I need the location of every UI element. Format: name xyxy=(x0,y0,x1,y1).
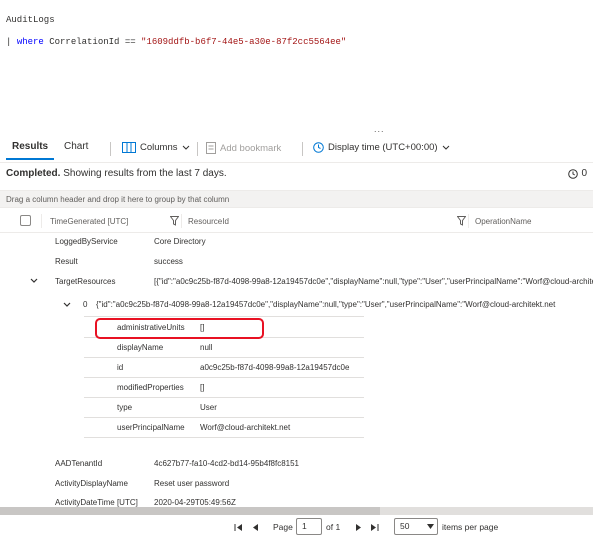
query-status: Completed. Showing results from the last… xyxy=(6,168,227,179)
detail-value: [{"id":"a0c9c25b-f87d-4098-99a8-12a19457… xyxy=(154,277,593,286)
caret-down-icon xyxy=(427,524,434,529)
detail-value: 2020-04-29T05:49:56Z xyxy=(154,498,236,507)
detail-key: TargetResources xyxy=(55,277,116,286)
highlight-box xyxy=(95,318,264,339)
select-all-checkbox[interactable] xyxy=(20,215,31,226)
nested-row: userPrincipalName Worf@cloud-architekt.ne… xyxy=(84,417,364,438)
filter-icon[interactable] xyxy=(170,216,179,226)
clock-icon xyxy=(313,142,324,153)
nested-value: Worf@cloud-architekt.net xyxy=(200,423,291,432)
detail-key: ActivityDisplayName xyxy=(55,479,128,488)
query-value: "1609ddfb-b6f7-44e5-a30e-87f2cc5564ee" xyxy=(141,37,347,47)
chevron-down-icon[interactable] xyxy=(63,302,71,308)
display-time-label: Display time (UTC+00:00) xyxy=(328,142,438,153)
tab-results-indicator xyxy=(6,158,54,160)
add-bookmark-button[interactable]: Add bookmark xyxy=(206,142,281,154)
query-duration-value: 0 xyxy=(581,168,587,179)
column-divider xyxy=(468,214,469,228)
page-number-input[interactable]: 1 xyxy=(296,518,322,535)
items-per-page-label: items per page xyxy=(442,522,499,532)
tab-results[interactable]: Results xyxy=(12,141,48,152)
array-item-value: {"id":"a0c9c25b-f87d-4098-99a8-12a19457d… xyxy=(96,300,556,309)
first-page-icon[interactable] xyxy=(234,523,243,532)
previous-page-icon[interactable] xyxy=(251,523,259,532)
query-field: CorrelationId == xyxy=(43,37,142,47)
chevron-down-icon xyxy=(442,145,449,150)
horizontal-scrollbar[interactable] xyxy=(0,507,593,515)
toolbar-divider xyxy=(197,142,198,156)
table-header: TimeGenerated [UTC] ResourceId Operation… xyxy=(0,210,593,233)
nested-row: displayName null xyxy=(84,337,364,358)
column-divider xyxy=(181,214,182,228)
detail-value: Core Directory xyxy=(154,237,206,246)
detail-key: LoggedByService xyxy=(55,237,118,246)
display-time-button[interactable]: Display time (UTC+00:00) xyxy=(313,142,450,153)
nested-row: type User xyxy=(84,397,364,418)
nested-row: modifiedProperties [] xyxy=(84,377,364,398)
clipped-row: ActivityDateTime [UTC] 2020-04-29T05:49:… xyxy=(0,498,593,507)
timer-icon xyxy=(568,168,579,179)
results-toolbar: Results Chart Columns Add bookmark Displ… xyxy=(0,136,593,163)
query-pipe: | xyxy=(6,37,17,47)
pagination: Page 1 of 1 50 items per page xyxy=(0,516,593,540)
chevron-down-icon[interactable] xyxy=(30,278,38,284)
detail-value: Reset user password xyxy=(154,479,230,488)
nested-key: id xyxy=(117,363,124,372)
query-line-1: AuditLogs xyxy=(6,15,346,26)
nested-key: modifiedProperties xyxy=(117,383,184,392)
status-completed: Completed. xyxy=(6,168,61,179)
toolbar-divider xyxy=(302,142,303,156)
bookmark-icon xyxy=(206,142,216,154)
column-divider xyxy=(41,214,42,228)
page-label: Page xyxy=(273,522,293,532)
items-per-page-select[interactable]: 50 xyxy=(394,518,438,535)
detail-key: AADTenantId xyxy=(55,459,103,468)
nested-value: null xyxy=(200,343,213,352)
tab-chart[interactable]: Chart xyxy=(64,141,88,152)
last-page-icon[interactable] xyxy=(370,523,379,532)
nested-value: User xyxy=(200,403,217,412)
detail-value: 4c627b77-fa10-4cd2-bd14-95b4f8fc8151 xyxy=(154,459,300,468)
columns-button[interactable]: Columns xyxy=(122,142,190,153)
columns-label: Columns xyxy=(140,142,178,153)
group-by-bar[interactable]: Drag a column header and drop it here to… xyxy=(0,190,593,208)
nested-row: id a0c9c25b-f87d-4098-99a8-12a19457dc0e xyxy=(84,357,364,378)
scrollbar-thumb[interactable] xyxy=(0,507,380,515)
filter-icon[interactable] xyxy=(457,216,466,226)
detail-key: Result xyxy=(55,257,78,266)
nested-value: [] xyxy=(200,383,205,392)
column-header-time[interactable]: TimeGenerated [UTC] xyxy=(50,217,128,226)
column-header-resource[interactable]: ResourceId xyxy=(188,217,229,226)
nested-key: userPrincipalName xyxy=(117,423,185,432)
nested-value: a0c9c25b-f87d-4098-99a8-12a19457dc0e xyxy=(200,363,350,372)
detail-value: success xyxy=(154,257,183,266)
query-keyword: where xyxy=(16,37,44,47)
array-index: 0 xyxy=(83,300,88,309)
toolbar-divider xyxy=(110,142,111,156)
status-message: Showing results from the last 7 days. xyxy=(60,168,227,179)
query-line-2: | where CorrelationId == "1609ddfb-b6f7-… xyxy=(6,37,346,48)
chevron-down-icon xyxy=(182,145,189,150)
detail-key: ActivityDateTime [UTC] xyxy=(55,498,138,507)
items-per-page-value: 50 xyxy=(400,521,410,531)
nested-key: type xyxy=(117,403,133,412)
column-header-operation[interactable]: OperationName xyxy=(475,217,531,226)
columns-icon xyxy=(122,142,136,153)
query-table-name: AuditLogs xyxy=(6,15,55,25)
next-page-icon[interactable] xyxy=(355,523,363,532)
query-duration: 0 xyxy=(568,168,587,179)
pane-splitter[interactable]: ... xyxy=(374,124,385,134)
query-editor[interactable]: AuditLogs | where CorrelationId == "1609… xyxy=(6,4,346,59)
add-bookmark-label: Add bookmark xyxy=(220,142,282,154)
page-count: of 1 xyxy=(326,522,341,532)
nested-key: displayName xyxy=(117,343,164,352)
